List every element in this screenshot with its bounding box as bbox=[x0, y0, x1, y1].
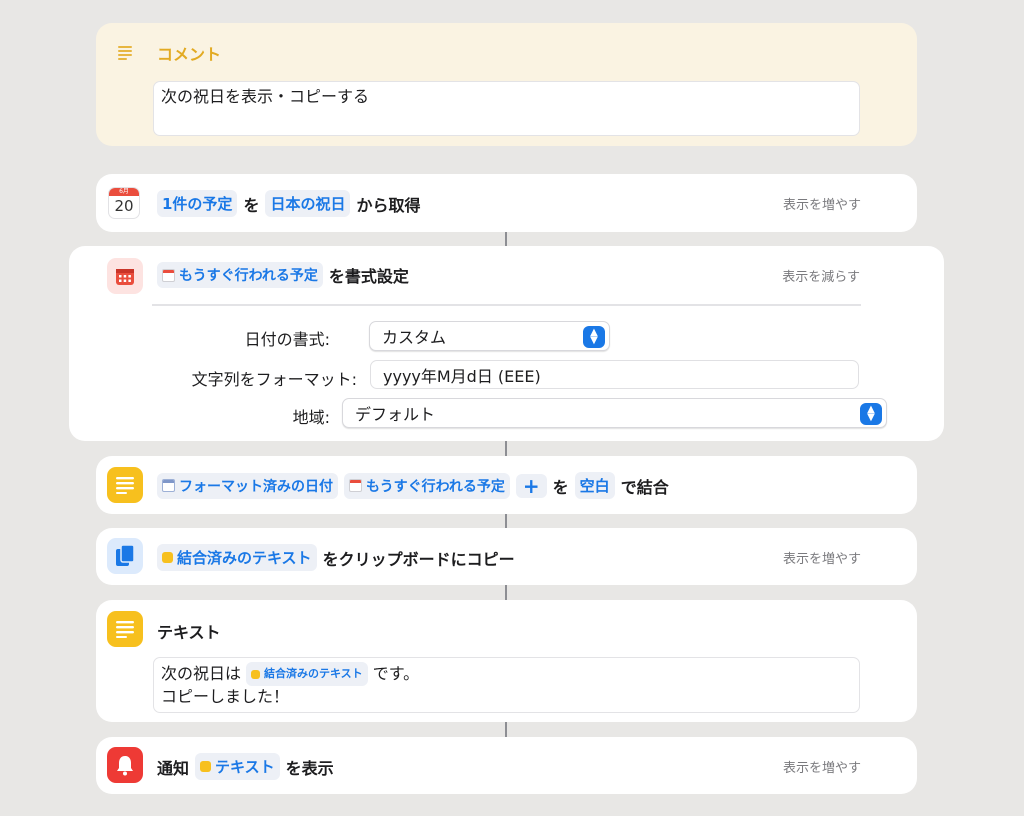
format-date-suffix: を書式設定 bbox=[328, 267, 409, 286]
text-line-2: コピーしました！ bbox=[161, 687, 290, 706]
show-more-button[interactable]: 表示を増やす bbox=[783, 194, 861, 213]
formatted-date-token[interactable]: フォーマット済みの日付 bbox=[157, 472, 338, 499]
text-lines-icon bbox=[107, 611, 143, 647]
notification-suffix: を表示 bbox=[285, 758, 334, 778]
get-events-sentence: 1件の予定 を 日本の祝日 から取得 bbox=[157, 190, 420, 217]
format-date-sentence: もうすぐ行われる予定 を書式設定 bbox=[157, 262, 409, 288]
show-more-button[interactable]: 表示を増やす bbox=[783, 548, 861, 567]
comment-action[interactable]: コメント 次の祝日を表示・コピーする bbox=[96, 23, 917, 146]
combine-text-action[interactable]: フォーマット済みの日付 もうすぐ行われる予定 + を 空白 で結合 bbox=[96, 456, 917, 514]
text-content-field[interactable]: 次の祝日は 結合済みのテキスト です。 コピーしました！ bbox=[153, 657, 860, 713]
bell-icon bbox=[107, 747, 143, 783]
add-variable-button[interactable]: + bbox=[515, 473, 547, 498]
locale-label: 地域: bbox=[292, 408, 330, 427]
note-mini-icon bbox=[200, 761, 212, 772]
get-events-action[interactable]: 6月 20 1件の予定 を 日本の祝日 から取得 表示を増やす bbox=[96, 174, 917, 232]
calendar-name-token[interactable]: 日本の祝日 bbox=[265, 190, 351, 217]
upcoming-event-label: もうすぐ行われる予定 bbox=[179, 268, 318, 284]
calendar-mini-icon bbox=[162, 268, 175, 282]
upcoming-event-token[interactable]: もうすぐ行われる予定 bbox=[344, 472, 510, 499]
formatted-date-label: フォーマット済みの日付 bbox=[179, 478, 333, 495]
text-line-1-prefix: 次の祝日は bbox=[161, 664, 242, 683]
text-action-title: テキスト bbox=[157, 623, 221, 642]
combined-text-token[interactable]: 結合済みのテキスト bbox=[246, 662, 368, 686]
clipboard-icon bbox=[107, 538, 143, 574]
text-lines-icon bbox=[107, 467, 143, 503]
format-string-label: 文字列をフォーマット: bbox=[191, 370, 357, 389]
copy-suffix: をクリップボードにコピー bbox=[322, 549, 515, 569]
divider bbox=[152, 304, 861, 306]
date-format-popup[interactable]: カスタム ▲ ▼ bbox=[369, 321, 610, 351]
show-more-button[interactable]: 表示を増やす bbox=[783, 757, 861, 776]
connector-line bbox=[505, 441, 507, 456]
date-format-label: 日付の書式: bbox=[244, 330, 330, 349]
notification-sentence: 通知 テキスト を表示 bbox=[157, 753, 334, 780]
connector-line bbox=[505, 232, 507, 246]
combined-text-token[interactable]: 結合済みのテキスト bbox=[157, 544, 317, 571]
chevron-updown-icon: ▲ ▼ bbox=[583, 326, 605, 348]
show-less-button[interactable]: 表示を減らす bbox=[782, 266, 860, 285]
text-line-1-suffix: です。 bbox=[372, 664, 420, 683]
format-string-value: yyyy年M月d日 (EEE) bbox=[383, 366, 541, 386]
notification-action[interactable]: 通知 テキスト を表示 表示を増やす bbox=[96, 737, 917, 794]
event-count-token[interactable]: 1件の予定 bbox=[157, 190, 238, 217]
upcoming-event-label: もうすぐ行われる予定 bbox=[366, 478, 505, 495]
text-variable-token[interactable]: テキスト bbox=[195, 753, 280, 780]
upcoming-event-token[interactable]: もうすぐ行われる予定 bbox=[157, 262, 323, 288]
note-mini-icon bbox=[162, 552, 173, 563]
text-action[interactable]: テキスト 次の祝日は 結合済みのテキスト です。 コピーしました！ bbox=[96, 600, 917, 722]
copy-sentence: 結合済みのテキスト をクリップボードにコピー bbox=[157, 544, 515, 571]
locale-popup[interactable]: デフォルト ▲ ▼ bbox=[342, 398, 887, 428]
comment-text: 次の祝日を表示・コピーする bbox=[161, 87, 370, 106]
comment-lines-icon bbox=[117, 44, 133, 60]
text-line-1: 次の祝日は 結合済みのテキスト です。 bbox=[161, 662, 852, 686]
connector-line bbox=[505, 514, 507, 528]
combine-suffix: で結合 bbox=[620, 477, 669, 497]
format-date-action[interactable]: もうすぐ行われる予定 を書式設定 表示を減らす 日付の書式: カスタム ▲ ▼ 文… bbox=[69, 246, 944, 441]
date-format-value: カスタム bbox=[382, 328, 447, 347]
separator-token[interactable]: 空白 bbox=[574, 472, 615, 499]
calendar-icon: 6月 20 bbox=[109, 188, 139, 218]
text-variable-label: テキスト bbox=[215, 758, 275, 776]
notification-prefix: 通知 bbox=[157, 758, 190, 778]
combined-text-label: 結合済みのテキスト bbox=[264, 667, 363, 680]
format-string-field[interactable]: yyyy年M月d日 (EEE) bbox=[370, 360, 859, 389]
connector-line bbox=[505, 722, 507, 737]
joiner-text: を bbox=[243, 195, 260, 215]
comment-text-field[interactable]: 次の祝日を表示・コピーする bbox=[153, 81, 860, 136]
joiner-text: を bbox=[552, 477, 569, 497]
locale-value: デフォルト bbox=[355, 405, 436, 424]
date-mini-icon bbox=[162, 479, 175, 492]
get-events-suffix: から取得 bbox=[356, 195, 421, 215]
note-mini-icon bbox=[251, 669, 261, 679]
copy-clipboard-action[interactable]: 結合済みのテキスト をクリップボードにコピー 表示を増やす bbox=[96, 528, 917, 585]
combine-sentence: フォーマット済みの日付 もうすぐ行われる予定 + を 空白 で結合 bbox=[157, 472, 669, 499]
calendar-mini-icon bbox=[349, 479, 362, 492]
calendar-grid-icon bbox=[107, 258, 143, 294]
calendar-day: 20 bbox=[114, 197, 134, 215]
comment-title: コメント bbox=[157, 45, 222, 64]
calendar-month: 6月 bbox=[109, 188, 139, 196]
connector-line bbox=[505, 585, 507, 600]
combined-text-label: 結合済みのテキスト bbox=[177, 549, 312, 567]
chevron-updown-icon: ▲ ▼ bbox=[860, 403, 882, 425]
